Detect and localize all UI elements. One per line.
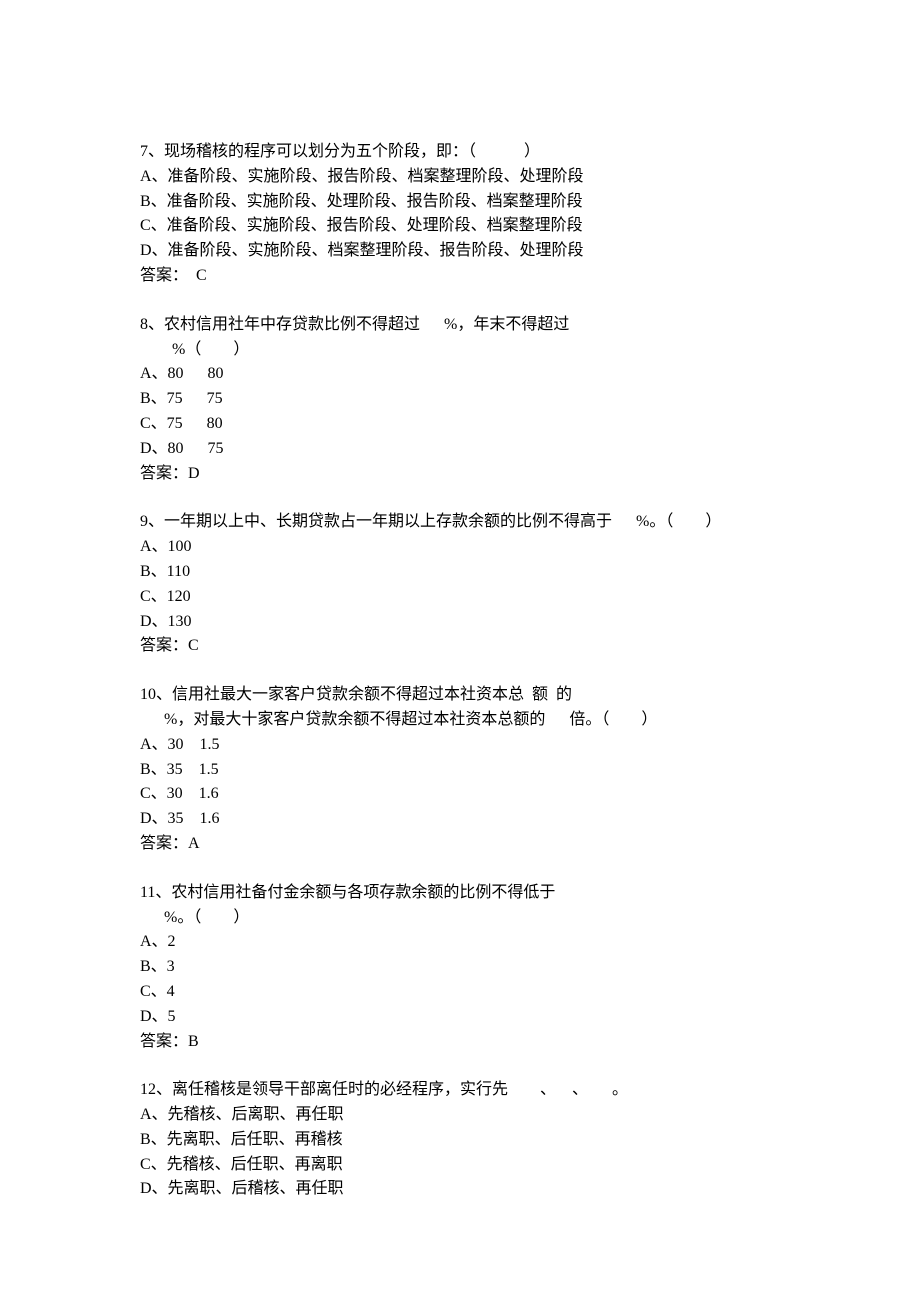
- question-12: 12、离任稽核是领导干部离任时的必经程序，实行先 、 、 。 A、先稽核、后离职…: [140, 1078, 780, 1202]
- question-option: B、3: [140, 955, 780, 980]
- question-prompt: 11、农村信用社备付金余额与各项存款余额的比例不得低于 %。（ ）: [140, 881, 780, 931]
- question-option: D、35 1.6: [140, 807, 780, 832]
- question-option: C、先稽核、后任职、再离职: [140, 1153, 780, 1178]
- question-option: A、30 1.5: [140, 733, 780, 758]
- question-prompt: 12、离任稽核是领导干部离任时的必经程序，实行先 、 、 。: [140, 1078, 780, 1103]
- question-option: A、先稽核、后离职、再任职: [140, 1103, 780, 1128]
- question-option: D、5: [140, 1005, 780, 1030]
- question-answer: 答案：C: [140, 634, 780, 659]
- question-option: B、先离职、后任职、再稽核: [140, 1128, 780, 1153]
- question-answer: 答案：D: [140, 462, 780, 487]
- question-option: A、80 80: [140, 362, 780, 387]
- question-option: B、110: [140, 560, 780, 585]
- question-8: 8、农村信用社年中存贷款比例不得超过 %，年末不得超过 %（ ） A、80 80…: [140, 313, 780, 487]
- question-option: C、4: [140, 980, 780, 1005]
- question-answer: 答案：B: [140, 1030, 780, 1055]
- question-option: D、先离职、后稽核、再任职: [140, 1177, 780, 1202]
- question-option: C、30 1.6: [140, 782, 780, 807]
- question-option: B、准备阶段、实施阶段、处理阶段、报告阶段、档案整理阶段: [140, 190, 780, 215]
- question-option: B、35 1.5: [140, 758, 780, 783]
- question-answer: 答案： C: [140, 264, 780, 289]
- question-option: C、准备阶段、实施阶段、报告阶段、处理阶段、档案整理阶段: [140, 214, 780, 239]
- question-prompt: 10、信用社最大一家客户贷款余额不得超过本社资本总 额 的 %，对最大十家客户贷…: [140, 683, 780, 733]
- question-11: 11、农村信用社备付金余额与各项存款余额的比例不得低于 %。（ ） A、2 B、…: [140, 881, 780, 1055]
- question-option: D、130: [140, 610, 780, 635]
- question-prompt: 9、一年期以上中、长期贷款占一年期以上存款余额的比例不得高于 %。（ ）: [140, 510, 780, 535]
- question-prompt: 7、现场稽核的程序可以划分为五个阶段，即：（ ）: [140, 140, 780, 165]
- question-option: A、准备阶段、实施阶段、报告阶段、档案整理阶段、处理阶段: [140, 165, 780, 190]
- question-answer: 答案：A: [140, 832, 780, 857]
- question-10: 10、信用社最大一家客户贷款余额不得超过本社资本总 额 的 %，对最大十家客户贷…: [140, 683, 780, 857]
- question-option: C、75 80: [140, 412, 780, 437]
- question-option: A、2: [140, 930, 780, 955]
- question-option: C、120: [140, 585, 780, 610]
- question-option: D、80 75: [140, 437, 780, 462]
- question-option: D、准备阶段、实施阶段、档案整理阶段、报告阶段、处理阶段: [140, 239, 780, 264]
- document-page: 7、现场稽核的程序可以划分为五个阶段，即：（ ） A、准备阶段、实施阶段、报告阶…: [0, 0, 920, 1302]
- question-9: 9、一年期以上中、长期贷款占一年期以上存款余额的比例不得高于 %。（ ） A、1…: [140, 510, 780, 659]
- question-option: B、75 75: [140, 387, 780, 412]
- question-7: 7、现场稽核的程序可以划分为五个阶段，即：（ ） A、准备阶段、实施阶段、报告阶…: [140, 140, 780, 289]
- question-option: A、100: [140, 535, 780, 560]
- question-prompt: 8、农村信用社年中存贷款比例不得超过 %，年末不得超过 %（ ）: [140, 313, 780, 363]
